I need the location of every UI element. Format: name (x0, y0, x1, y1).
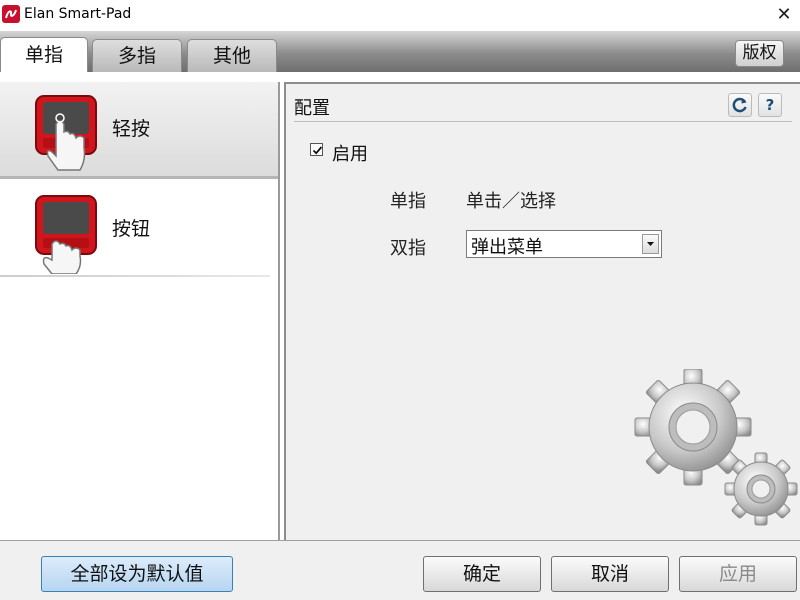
nav-item-label: 按钮 (112, 218, 151, 240)
tab-bar: 单指 多指 其他 (0, 31, 800, 72)
elan-logo-icon (2, 5, 20, 23)
ok-button[interactable]: 确定 (423, 556, 541, 592)
title-bar: Elan Smart-Pad ✕ (0, 0, 800, 31)
apply-button[interactable]: 应用 (679, 556, 797, 592)
refresh-button[interactable] (728, 93, 752, 117)
help-button[interactable]: ? (758, 93, 782, 117)
touchpad-tap-icon (35, 95, 97, 171)
restore-defaults-button[interactable]: 全部设为默认值 (41, 556, 233, 592)
two-finger-label: 双指 (390, 238, 426, 259)
close-icon[interactable]: ✕ (770, 3, 798, 27)
two-finger-action-select[interactable]: 弹出菜单 (466, 230, 662, 258)
nav-item-button[interactable]: 按钮 (0, 182, 278, 276)
dialog-button-bar: 全部设为默认值 确定 取消 应用 (0, 540, 800, 600)
enable-checkbox[interactable] (310, 143, 323, 156)
two-finger-action-value: 弹出菜单 (471, 237, 543, 258)
enable-label: 启用 (332, 144, 368, 165)
refresh-icon (732, 97, 747, 113)
chevron-down-icon[interactable] (642, 234, 659, 254)
config-panel: 配置 ? 启用 单指 单击／选择 双指 弹出菜单 (284, 82, 800, 540)
nav-item-tap[interactable]: 轻按 (0, 82, 278, 179)
cancel-button[interactable]: 取消 (551, 556, 669, 592)
nav-divider (0, 275, 270, 277)
config-title: 配置 (294, 98, 330, 119)
checkmark-icon (312, 146, 323, 155)
copyright-button[interactable]: 版权 (735, 40, 784, 67)
single-finger-value: 单击／选择 (466, 191, 556, 212)
window-title: Elan Smart-Pad (24, 6, 132, 22)
single-finger-label: 单指 (390, 191, 426, 212)
touchpad-button-icon (35, 195, 97, 274)
tab-multi-finger[interactable]: 多指 (92, 39, 182, 72)
tab-other[interactable]: 其他 (187, 39, 277, 72)
tab-single-finger[interactable]: 单指 (0, 37, 88, 72)
gears-icon (634, 369, 798, 526)
nav-item-label: 轻按 (112, 118, 151, 140)
section-divider (294, 121, 792, 122)
gesture-list: 轻按 按钮 (0, 82, 280, 540)
